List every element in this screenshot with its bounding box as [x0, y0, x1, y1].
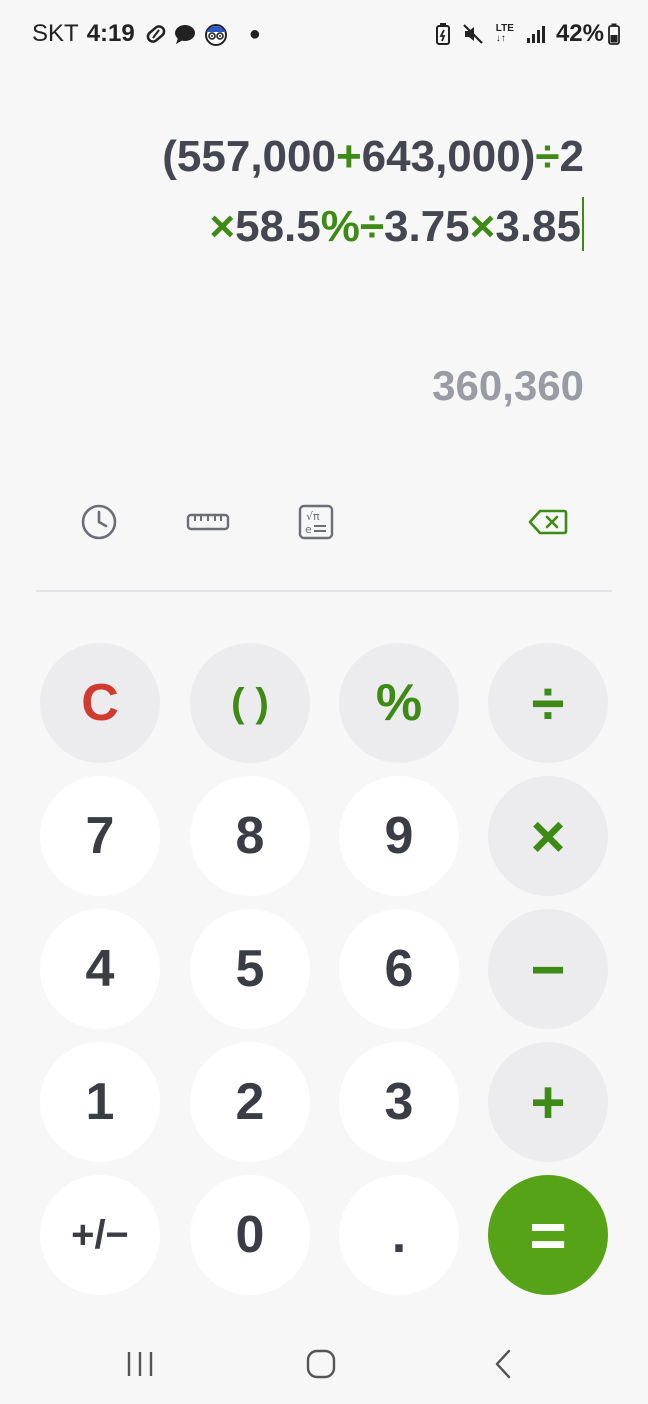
backspace-button[interactable]	[524, 500, 572, 548]
battery-saver-icon	[435, 23, 450, 45]
navigation-bar	[0, 1320, 648, 1404]
home-button[interactable]	[297, 1342, 345, 1390]
parentheses-button[interactable]: ( )	[190, 643, 310, 763]
scientific-mode-button[interactable]: √π e	[292, 500, 340, 548]
svg-text:√π: √π	[306, 510, 320, 523]
key-0[interactable]: 0	[190, 1175, 310, 1295]
divider	[36, 590, 612, 592]
key-3[interactable]: 3	[339, 1042, 459, 1162]
backspace-icon	[528, 508, 568, 541]
expression-operator: ÷	[359, 202, 385, 251]
recent-apps-icon	[125, 1350, 155, 1383]
expression-operator: ×	[469, 202, 496, 251]
minus-button[interactable]: −	[488, 909, 608, 1029]
signal-icon	[526, 24, 546, 44]
expression-operator: %	[320, 202, 360, 251]
chat-bubble-icon	[173, 23, 197, 45]
key-1[interactable]: 1	[40, 1042, 160, 1162]
key-6[interactable]: 6	[339, 909, 459, 1029]
result-preview: 360,360	[432, 362, 584, 409]
expression-line-2: ×58.5%÷3.75×3.85	[24, 192, 584, 262]
pill-icon	[145, 23, 167, 45]
expression-line-1: (557,000+643,000)÷2	[24, 122, 584, 192]
mute-icon	[462, 23, 484, 45]
expression-display[interactable]: (557,000+643,000)÷2 ×58.5%÷3.75×3.85	[24, 122, 584, 262]
text-cursor	[582, 197, 584, 251]
expression-operator: +	[335, 132, 362, 181]
ruler-icon	[186, 510, 230, 539]
status-bar: SKT 4:19 ● LTE ↓↑ 42%	[0, 0, 648, 70]
back-chevron-icon	[493, 1349, 513, 1384]
status-left: SKT 4:19 ●	[32, 20, 261, 48]
recent-apps-button[interactable]	[116, 1342, 164, 1390]
battery-percent: 42%	[555, 20, 604, 47]
avatar-icon	[203, 22, 229, 46]
equals-button[interactable]: =	[488, 1175, 608, 1295]
scientific-mode-icon: √π e	[298, 504, 334, 545]
expression-operand: 2	[559, 132, 584, 181]
key-5[interactable]: 5	[190, 909, 310, 1029]
back-button[interactable]	[479, 1342, 527, 1390]
clock-time: 4:19	[86, 20, 135, 47]
plus-minus-button[interactable]: +/−	[40, 1175, 160, 1295]
home-icon	[306, 1349, 336, 1384]
expression-operand: (557,000	[162, 132, 336, 181]
status-right: LTE ↓↑ 42%	[424, 20, 620, 48]
expression-operator: ×	[209, 202, 236, 251]
clear-button[interactable]: C	[40, 643, 160, 763]
history-clock-icon	[80, 503, 118, 546]
percent-button[interactable]: %	[339, 643, 459, 763]
battery-icon	[608, 23, 620, 45]
carrier-label: SKT	[32, 20, 79, 47]
lte-icon: LTE ↓↑	[496, 24, 514, 44]
data-arrows: ↓↑	[495, 33, 506, 44]
notification-dot: ●	[248, 22, 261, 45]
expression-operator: ÷	[535, 132, 560, 181]
toolbar: √π e	[0, 500, 648, 548]
expression-operand: 58.5	[235, 202, 321, 251]
unit-converter-button[interactable]	[184, 500, 232, 548]
decimal-button[interactable]: .	[339, 1175, 459, 1295]
key-4[interactable]: 4	[40, 909, 160, 1029]
history-button[interactable]	[75, 500, 123, 548]
expression-operand: 3.85	[495, 202, 581, 251]
multiply-button[interactable]: ×	[488, 776, 608, 896]
key-9[interactable]: 9	[339, 776, 459, 896]
key-8[interactable]: 8	[190, 776, 310, 896]
svg-text:e: e	[305, 523, 312, 536]
key-7[interactable]: 7	[40, 776, 160, 896]
key-2[interactable]: 2	[190, 1042, 310, 1162]
expression-operand: 3.75	[384, 202, 470, 251]
divide-button[interactable]: ÷	[488, 643, 608, 763]
plus-button[interactable]: +	[488, 1042, 608, 1162]
expression-operand: 643,000)	[361, 132, 536, 181]
